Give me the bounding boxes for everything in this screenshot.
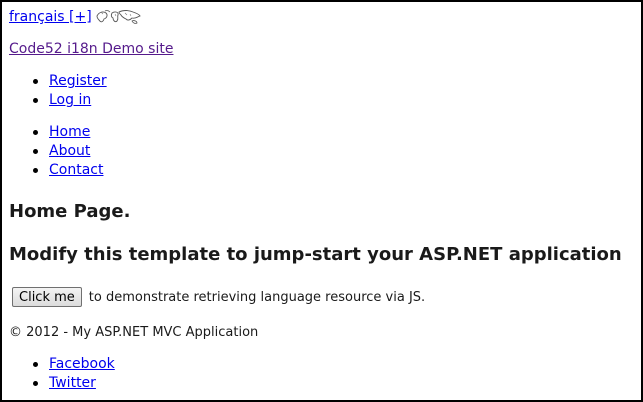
- list-item: Contact: [28, 161, 103, 180]
- social-links: Facebook Twitter: [28, 355, 115, 393]
- bullet: [33, 149, 38, 154]
- list-item: Facebook: [28, 355, 115, 374]
- click-me-button[interactable]: Click me: [12, 287, 82, 307]
- bullet: [33, 362, 38, 367]
- site-title-link[interactable]: Code52 i18n Demo site: [9, 40, 173, 58]
- list-item: About: [28, 142, 103, 161]
- main-nav: Home About Contact: [28, 123, 103, 180]
- nav-contact-link[interactable]: Contact: [49, 162, 103, 178]
- language-toggle-link[interactable]: français [+]: [9, 9, 92, 25]
- list-item: Log in: [28, 91, 107, 110]
- bullet: [33, 79, 38, 84]
- twitter-link[interactable]: Twitter: [49, 375, 96, 391]
- bullet: [33, 130, 38, 135]
- demo-description: to demonstrate retrieving language resou…: [88, 289, 426, 305]
- register-link[interactable]: Register: [49, 73, 107, 89]
- bullet: [33, 381, 38, 386]
- browser-viewport: français [+] Code52 i18n Demo site Regis…: [0, 0, 643, 402]
- language-switcher: français [+]: [9, 8, 143, 26]
- world-map-icon: [96, 10, 141, 24]
- list-item: Home: [28, 123, 103, 142]
- page-heading: Home Page.: [9, 201, 131, 222]
- facebook-link[interactable]: Facebook: [49, 356, 115, 372]
- account-nav: Register Log in: [28, 72, 107, 110]
- nav-about-link[interactable]: About: [49, 143, 90, 159]
- bullet: [33, 98, 38, 103]
- template-heading: Modify this template to jump-start your …: [9, 244, 622, 265]
- list-item: Twitter: [28, 374, 115, 393]
- bullet: [33, 168, 38, 173]
- copyright-text: © 2012 - My ASP.NET MVC Application: [9, 325, 259, 340]
- list-item: Register: [28, 72, 107, 91]
- nav-home-link[interactable]: Home: [49, 124, 90, 140]
- login-link[interactable]: Log in: [49, 92, 91, 108]
- demo-row: Click me to demonstrate retrieving langu…: [12, 287, 425, 307]
